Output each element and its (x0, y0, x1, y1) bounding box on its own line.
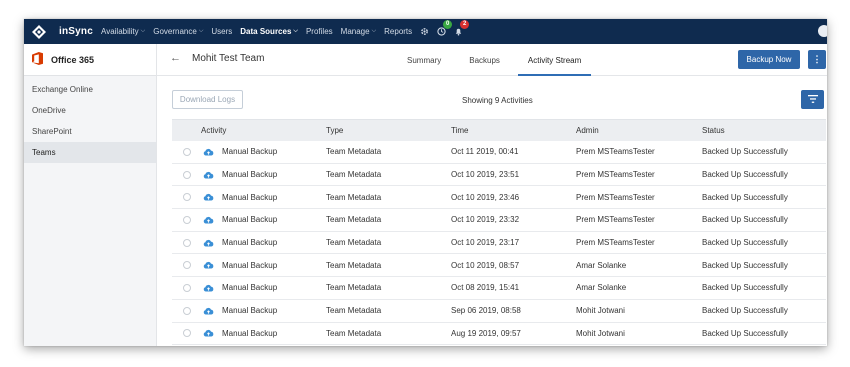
activity-name: Manual Backup (222, 283, 278, 293)
admin-cell: Prem MSTeamsTester (576, 192, 655, 202)
activity-cell: Manual Backup (201, 193, 326, 202)
type-cell: Team Metadata (326, 260, 382, 270)
type-cell: Team Metadata (326, 283, 382, 293)
activity-name: Manual Backup (222, 170, 278, 180)
admin-cell: Mohit Jotwani (576, 328, 625, 338)
activity-name: Manual Backup (222, 328, 278, 338)
type-cell: Team Metadata (326, 147, 382, 157)
row-select-radio[interactable] (182, 238, 191, 247)
admin-cell: Prem MSTeamsTester (576, 215, 655, 225)
cloud-backup-icon (203, 261, 214, 269)
activity-cell: Manual Backup (201, 329, 326, 338)
activity-cell: Manual Backup (201, 215, 326, 224)
type-cell: Team Metadata (326, 328, 382, 338)
activity-name: Manual Backup (222, 215, 278, 225)
column-header-activity[interactable]: Activity (201, 126, 326, 135)
table-row[interactable]: Manual Backup Team Metadata Oct 10 2019, 2… (172, 232, 826, 255)
row-select-radio[interactable] (182, 329, 191, 338)
time-cell: Oct 10 2019, 23:32 (451, 215, 520, 225)
table-body: Manual Backup Team Metadata Oct 11 2019, 0… (172, 141, 826, 346)
table-header: Activity Type Time Admin Status (172, 119, 826, 141)
activity-name: Manual Backup (222, 147, 278, 157)
type-cell: Team Metadata (326, 170, 382, 180)
activity-cell: Manual Backup (201, 170, 326, 179)
activity-cell: Manual Backup (201, 261, 326, 270)
type-cell: Team Metadata (326, 192, 382, 202)
table-row[interactable]: Manual Backup Team Metadata Oct 10 2019, 0… (172, 254, 826, 278)
admin-cell: Prem MSTeamsTester (576, 170, 655, 180)
activity-table: Activity Type Time Admin Status Manual B… (172, 119, 826, 346)
row-select-radio[interactable] (182, 215, 191, 224)
time-cell: Oct 10 2019, 08:57 (451, 260, 520, 270)
column-header-time[interactable]: Time (451, 126, 576, 135)
time-cell: Oct 11 2019, 00:41 (451, 147, 519, 157)
table-row[interactable]: Manual Backup Team Metadata Oct 10 2019, 2… (172, 164, 826, 187)
cloud-backup-icon (203, 307, 214, 315)
time-cell: Oct 10 2019, 23:51 (451, 170, 520, 180)
activity-name: Manual Backup (222, 238, 278, 248)
download-logs-button[interactable]: Download Logs (172, 90, 243, 109)
row-select-radio[interactable] (182, 306, 191, 315)
activity-name: Manual Backup (222, 192, 278, 202)
time-cell: Sep 06 2019, 08:58 (451, 306, 521, 316)
cloud-backup-icon (203, 216, 214, 224)
activity-name: Manual Backup (222, 306, 278, 316)
cloud-backup-icon (203, 284, 214, 292)
row-select-radio[interactable] (182, 193, 191, 202)
table-row[interactable]: Manual Backup Team Metadata Sep 06 2019, 0… (172, 300, 826, 323)
table-row[interactable]: Manual Backup Team Metadata Oct 08 2019, 1… (172, 277, 826, 300)
row-select-radio[interactable] (182, 261, 191, 270)
type-cell: Team Metadata (326, 238, 382, 248)
time-cell: Oct 10 2019, 23:17 (451, 238, 520, 248)
admin-cell: Prem MSTeamsTester (576, 238, 655, 248)
type-cell: Team Metadata (326, 215, 382, 225)
activity-cell: Manual Backup (201, 306, 326, 315)
status-cell: Backed Up Successfully (702, 170, 788, 180)
status-cell: Backed Up Successfully (702, 283, 788, 293)
activity-cell: Manual Backup (201, 238, 326, 247)
filter-icon (807, 94, 818, 105)
cloud-backup-icon (203, 148, 214, 156)
column-header-status[interactable]: Status (702, 126, 826, 135)
status-cell: Backed Up Successfully (702, 306, 788, 316)
activity-cell: Manual Backup (201, 283, 326, 292)
status-cell: Backed Up Successfully (702, 147, 788, 157)
admin-cell: Amar Solanke (576, 260, 627, 270)
table-row[interactable]: Manual Backup Team Metadata Oct 10 2019, 2… (172, 209, 826, 232)
table-row[interactable]: Manual Backup Team Metadata Aug 19 2019, 0… (172, 323, 826, 346)
cloud-backup-icon (203, 329, 214, 337)
cloud-backup-icon (203, 193, 214, 201)
status-cell: Backed Up Successfully (702, 328, 788, 338)
filter-button[interactable] (801, 90, 824, 109)
status-cell: Backed Up Successfully (702, 192, 788, 202)
time-cell: Aug 19 2019, 09:57 (451, 328, 521, 338)
cloud-backup-icon (203, 239, 214, 247)
column-header-type[interactable]: Type (326, 126, 451, 135)
admin-cell: Amar Solanke (576, 283, 627, 293)
status-cell: Backed Up Successfully (702, 238, 788, 248)
status-cell: Backed Up Successfully (702, 260, 788, 270)
type-cell: Team Metadata (326, 306, 382, 316)
row-select-radio[interactable] (182, 283, 191, 292)
cloud-backup-icon (203, 171, 214, 179)
activity-name: Manual Backup (222, 260, 278, 270)
activity-cell: Manual Backup (201, 147, 326, 156)
admin-cell: Prem MSTeamsTester (576, 147, 655, 157)
column-header-admin[interactable]: Admin (576, 126, 702, 135)
time-cell: Oct 10 2019, 23:46 (451, 192, 520, 202)
status-cell: Backed Up Successfully (702, 215, 788, 225)
table-row[interactable]: Manual Backup Team Metadata Oct 11 2019, 0… (172, 141, 826, 164)
time-cell: Oct 08 2019, 15:41 (451, 283, 520, 293)
admin-cell: Mohit Jotwani (576, 306, 625, 316)
table-row[interactable]: Manual Backup Team Metadata Oct 10 2019, 2… (172, 186, 826, 210)
activity-count-label: Showing 9 Activities (462, 96, 533, 105)
row-select-radio[interactable] (182, 147, 191, 156)
row-select-radio[interactable] (182, 170, 191, 179)
